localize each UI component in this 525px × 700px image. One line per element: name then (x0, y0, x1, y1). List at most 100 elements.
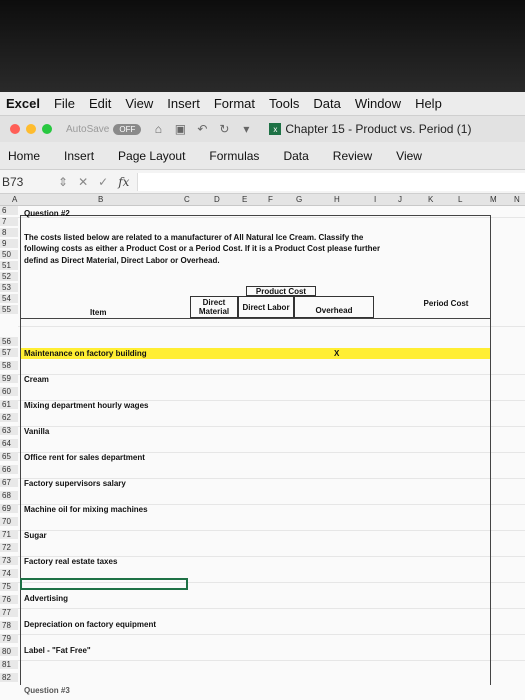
close-window-button[interactable] (10, 124, 20, 134)
col-header-l[interactable]: L (458, 195, 462, 204)
row-number[interactable]: 79 (0, 634, 18, 643)
row-number[interactable]: 70 (0, 517, 18, 526)
save-icon[interactable]: ▣ (173, 122, 187, 136)
row-number[interactable]: 58 (0, 361, 18, 370)
tab-review[interactable]: Review (333, 149, 372, 163)
row-number[interactable]: 76 (0, 595, 18, 604)
minimize-window-button[interactable] (26, 124, 36, 134)
col-header-i[interactable]: I (374, 195, 376, 204)
row-number[interactable]: 6 (0, 206, 18, 215)
col-header-b[interactable]: B (98, 195, 103, 204)
intro-line-2[interactable]: following costs as either a Product Cost… (24, 244, 380, 253)
menu-help[interactable]: Help (415, 96, 442, 111)
tab-data[interactable]: Data (283, 149, 308, 163)
row-number[interactable]: 63 (0, 426, 18, 435)
insert-function-icon[interactable]: fx (118, 175, 129, 189)
menu-tools[interactable]: Tools (269, 96, 299, 111)
row-number[interactable]: 50 (0, 250, 18, 259)
menu-format[interactable]: Format (214, 96, 255, 111)
row-number[interactable]: 51 (0, 261, 18, 270)
row-number[interactable]: 78 (0, 621, 18, 630)
autosave-toggle[interactable]: OFF (113, 123, 142, 135)
intro-line-3[interactable]: defind as Direct Material, Direct Labor … (24, 256, 220, 265)
intro-line-1[interactable]: The costs listed below are related to a … (24, 233, 363, 242)
item-cell[interactable]: Advertising (24, 594, 68, 603)
row-number[interactable]: 57 (0, 348, 18, 357)
row-number[interactable]: 77 (0, 608, 18, 617)
menu-view[interactable]: View (125, 96, 153, 111)
col-header-n[interactable]: N (514, 195, 520, 204)
item-cell[interactable]: Vanilla (24, 427, 49, 436)
row-number[interactable]: 62 (0, 413, 18, 422)
col-header-d[interactable]: D (214, 195, 220, 204)
row-number[interactable]: 66 (0, 465, 18, 474)
item-cell[interactable]: Maintenance on factory building (24, 349, 147, 358)
row-number[interactable]: 55 (0, 305, 18, 314)
row-number[interactable]: 74 (0, 569, 18, 578)
col-header-k[interactable]: K (428, 195, 433, 204)
undo-icon[interactable]: ↶ (195, 122, 209, 136)
row-number[interactable]: 75 (0, 582, 18, 591)
row-number[interactable]: 56 (0, 337, 18, 346)
question-label[interactable]: Question #2 (24, 209, 70, 218)
row-number[interactable]: 7 (0, 217, 18, 226)
menu-insert[interactable]: Insert (167, 96, 200, 111)
row-number[interactable]: 53 (0, 283, 18, 292)
overhead-mark[interactable]: X (334, 349, 339, 358)
col-header-g[interactable]: G (296, 195, 302, 204)
col-header-h[interactable]: H (334, 195, 340, 204)
selected-cell[interactable] (20, 578, 188, 590)
item-cell[interactable]: Office rent for sales department (24, 453, 145, 462)
row-number[interactable]: 72 (0, 543, 18, 552)
cancel-icon[interactable]: ✕ (78, 175, 88, 189)
item-cell[interactable]: Factory supervisors salary (24, 479, 126, 488)
stepper-icon[interactable]: ⇕ (58, 175, 68, 189)
row-number[interactable]: 52 (0, 272, 18, 281)
row-number[interactable]: 9 (0, 239, 18, 248)
col-header-m[interactable]: M (490, 195, 497, 204)
worksheet-grid[interactable]: 6 7 8 9 50 51 52 53 54 55 56 57 58 59 60… (0, 206, 525, 700)
item-cell[interactable]: Depreciation on factory equipment (24, 620, 156, 629)
menu-edit[interactable]: Edit (89, 96, 111, 111)
col-header-a[interactable]: A (12, 195, 17, 204)
row-number[interactable]: 60 (0, 387, 18, 396)
item-cell[interactable]: Factory real estate taxes (24, 557, 117, 566)
row-number[interactable]: 80 (0, 647, 18, 656)
row-number[interactable]: 64 (0, 439, 18, 448)
menu-data[interactable]: Data (313, 96, 340, 111)
menu-file[interactable]: File (54, 96, 75, 111)
row-number[interactable]: 8 (0, 228, 18, 237)
row-number[interactable]: 61 (0, 400, 18, 409)
customize-toolbar-icon[interactable]: ▾ (239, 122, 253, 136)
tab-page-layout[interactable]: Page Layout (118, 149, 185, 163)
formula-input[interactable] (137, 172, 525, 191)
home-icon[interactable]: ⌂ (151, 122, 165, 136)
item-cell[interactable]: Label - "Fat Free" (24, 646, 91, 655)
tab-insert[interactable]: Insert (64, 149, 94, 163)
row-number[interactable]: 69 (0, 504, 18, 513)
row-number[interactable]: 65 (0, 452, 18, 461)
name-box[interactable]: B73 (0, 175, 50, 189)
row-number[interactable]: 59 (0, 374, 18, 383)
tab-home[interactable]: Home (8, 149, 40, 163)
item-cell[interactable]: Cream (24, 375, 49, 384)
col-header-j[interactable]: J (398, 195, 402, 204)
next-question-label[interactable]: Question #3 (24, 686, 70, 695)
row-number[interactable]: 54 (0, 294, 18, 303)
redo-icon[interactable]: ↻ (217, 122, 231, 136)
menu-app-excel[interactable]: Excel (6, 96, 40, 111)
row-number[interactable]: 82 (0, 673, 18, 682)
col-header-e[interactable]: E (242, 195, 247, 204)
row-number[interactable]: 81 (0, 660, 18, 669)
col-header-c[interactable]: C (184, 195, 190, 204)
col-header-f[interactable]: F (268, 195, 273, 204)
menu-window[interactable]: Window (355, 96, 401, 111)
row-number[interactable]: 68 (0, 491, 18, 500)
row-number[interactable]: 71 (0, 530, 18, 539)
confirm-icon[interactable]: ✓ (98, 175, 108, 189)
item-cell[interactable]: Machine oil for mixing machines (24, 505, 148, 514)
row-number[interactable]: 67 (0, 478, 18, 487)
tab-formulas[interactable]: Formulas (209, 149, 259, 163)
tab-view[interactable]: View (396, 149, 422, 163)
zoom-window-button[interactable] (42, 124, 52, 134)
